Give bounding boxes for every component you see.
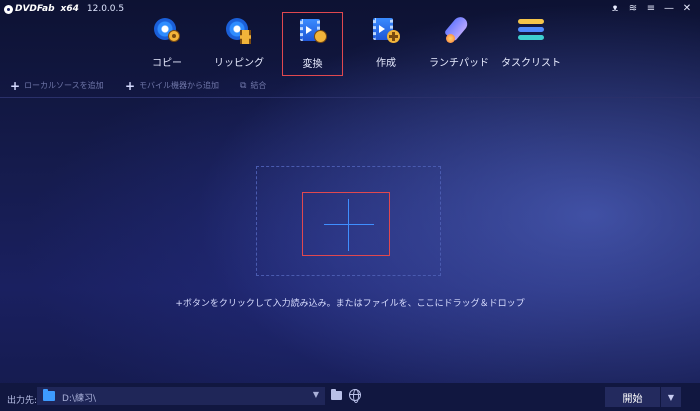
tab-task-list-label: タスクリスト bbox=[501, 58, 561, 69]
merge-icon: ⧉ bbox=[240, 80, 247, 91]
globe-icon[interactable] bbox=[349, 389, 361, 403]
add-mobile-device-label: モバイル機器から追加 bbox=[139, 81, 220, 90]
tab-copy-label: コピー bbox=[152, 58, 182, 69]
start-button[interactable]: 開始 bbox=[605, 387, 660, 407]
tab-task-list[interactable]: タスクリスト bbox=[500, 12, 562, 76]
plus-icon: + bbox=[125, 78, 136, 93]
tab-copy[interactable]: コピー bbox=[146, 12, 188, 76]
merge-label: 結合 bbox=[250, 81, 267, 90]
add-local-source-button[interactable]: + ローカルソースを追加 bbox=[10, 78, 104, 93]
start-options-chevron-icon[interactable]: ▼ bbox=[661, 387, 681, 407]
task-list-icon bbox=[516, 16, 546, 46]
creator-film-icon bbox=[371, 16, 401, 46]
add-plus-icon bbox=[324, 224, 374, 225]
merge-button[interactable]: ⧉ 結合 bbox=[240, 80, 266, 91]
tab-ripper-label: リッピング bbox=[214, 58, 264, 69]
output-path-value: D:\練习\ bbox=[62, 394, 97, 404]
tab-ripper[interactable]: リッピング bbox=[208, 12, 270, 76]
tab-converter[interactable]: 変換 bbox=[282, 12, 343, 76]
browse-folder-icon[interactable] bbox=[331, 389, 342, 400]
tab-launchpad[interactable]: ランチパッド bbox=[425, 12, 493, 76]
tab-creator-label: 作成 bbox=[376, 58, 396, 69]
output-label: 出力先: bbox=[7, 396, 38, 406]
add-local-source-label: ローカルソースを追加 bbox=[24, 81, 104, 90]
add-source-button[interactable] bbox=[302, 192, 390, 256]
tab-converter-label: 変換 bbox=[302, 59, 323, 70]
toolbar-divider bbox=[0, 97, 700, 98]
tab-creator[interactable]: 作成 bbox=[360, 12, 412, 76]
launchpad-rocket-icon bbox=[443, 14, 474, 46]
ripper-disc-icon bbox=[224, 16, 254, 46]
chevron-down-icon: ▼ bbox=[312, 390, 319, 399]
add-mobile-device-button[interactable]: + モバイル機器から追加 bbox=[125, 78, 220, 93]
drop-hint-text: +ボタンをクリックして入力読み込み。またはファイルを、ここにドラッグ＆ドロップ bbox=[175, 299, 525, 309]
source-toolbar: + ローカルソースを追加 + モバイル機器から追加 ⧉ 結合 bbox=[0, 78, 700, 96]
folder-icon bbox=[43, 389, 55, 401]
plus-icon: + bbox=[10, 78, 21, 93]
output-path-select[interactable]: D:\練习\ ▼ bbox=[37, 387, 325, 405]
tab-launchpad-label: ランチパッド bbox=[429, 58, 489, 69]
converter-film-icon bbox=[298, 17, 328, 47]
bottom-bar: 出力先: D:\練习\ ▼ 開始 ▼ bbox=[0, 383, 700, 411]
module-tabs: コピー リッピング 変換 作成 ランチパッド タスクリスト bbox=[0, 12, 700, 76]
copy-disc-icon bbox=[152, 16, 182, 46]
